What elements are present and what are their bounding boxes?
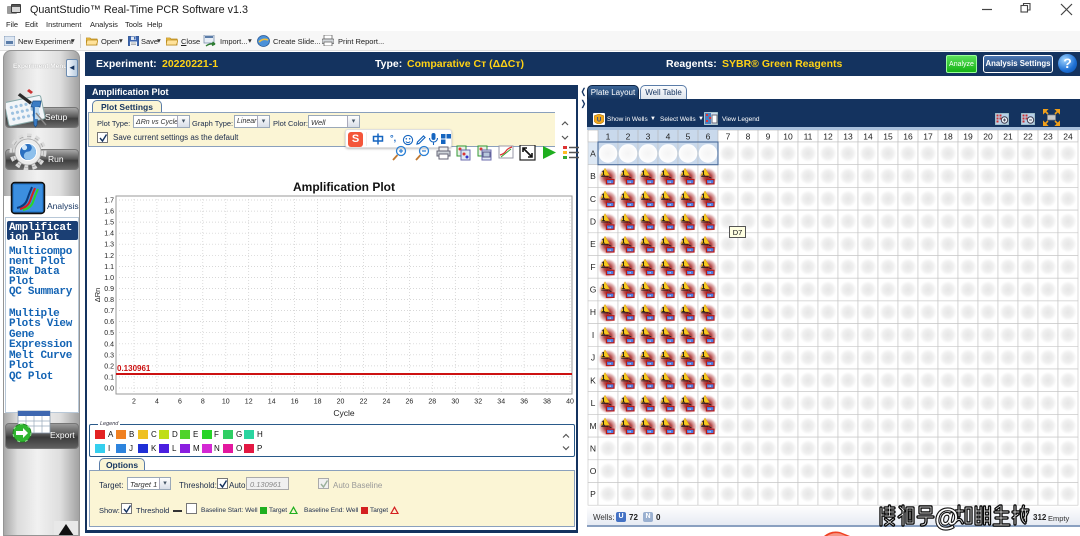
svg-text:I: I (592, 330, 594, 340)
svg-text:2: 2 (626, 132, 631, 142)
svg-text:6: 6 (706, 132, 711, 142)
svg-text:0.3: 0.3 (104, 352, 114, 359)
svg-text:0.2: 0.2 (104, 363, 114, 370)
svg-text:24: 24 (1063, 132, 1073, 142)
svg-text:Cycle: Cycle (333, 408, 355, 418)
svg-text:0.6: 0.6 (104, 319, 114, 326)
svg-text:M: M (589, 421, 596, 431)
svg-text:1.5: 1.5 (104, 220, 114, 227)
svg-text:F: F (590, 262, 595, 272)
svg-text:12: 12 (823, 132, 833, 142)
svg-text:22: 22 (360, 399, 368, 406)
svg-text:8: 8 (746, 132, 751, 142)
svg-text:36: 36 (520, 399, 528, 406)
svg-text:1.7: 1.7 (104, 198, 114, 205)
svg-text:0.0: 0.0 (104, 386, 114, 393)
svg-text:1.4: 1.4 (104, 231, 114, 238)
svg-text:21: 21 (1003, 132, 1013, 142)
svg-text:1.3: 1.3 (104, 242, 114, 249)
svg-text:40: 40 (566, 399, 574, 406)
svg-text:D: D (590, 216, 596, 226)
svg-text:0.130961: 0.130961 (117, 364, 151, 373)
svg-text:34: 34 (497, 399, 505, 406)
svg-text:O: O (590, 466, 597, 476)
svg-text:0.8: 0.8 (104, 297, 114, 304)
svg-text:P: P (590, 489, 596, 499)
svg-text:N: N (590, 443, 596, 453)
svg-text:10: 10 (783, 132, 793, 142)
svg-text:B: B (590, 171, 596, 181)
svg-text:4: 4 (155, 399, 159, 406)
svg-text:30: 30 (451, 399, 459, 406)
svg-text:@: @ (935, 505, 958, 532)
svg-text:0.5: 0.5 (104, 330, 114, 337)
svg-text:1.0: 1.0 (104, 275, 114, 282)
svg-text:22: 22 (1023, 132, 1033, 142)
svg-text:14: 14 (863, 132, 873, 142)
svg-text:14: 14 (268, 399, 276, 406)
svg-text:3: 3 (646, 132, 651, 142)
svg-text:0.7: 0.7 (104, 308, 114, 315)
svg-text:U: U (597, 118, 601, 124)
svg-text:19: 19 (963, 132, 973, 142)
svg-text:23: 23 (1043, 132, 1053, 142)
svg-text:18: 18 (943, 132, 953, 142)
svg-text:38: 38 (543, 399, 551, 406)
svg-text:7: 7 (726, 132, 731, 142)
svg-text:20: 20 (983, 132, 993, 142)
svg-text:9: 9 (766, 132, 771, 142)
svg-text:1.1: 1.1 (104, 264, 114, 271)
svg-text:8: 8 (201, 399, 205, 406)
svg-text:A: A (590, 148, 596, 158)
svg-text:L: L (591, 398, 596, 408)
svg-text:12: 12 (245, 399, 253, 406)
svg-text:2: 2 (132, 399, 136, 406)
svg-text:13: 13 (843, 132, 853, 142)
svg-text:C: C (590, 194, 596, 204)
svg-text:1.6: 1.6 (104, 209, 114, 216)
svg-text:G: G (590, 285, 597, 295)
svg-text:18: 18 (314, 399, 322, 406)
svg-text:6: 6 (178, 399, 182, 406)
svg-text:15: 15 (883, 132, 893, 142)
svg-text:10: 10 (222, 399, 230, 406)
svg-text:26: 26 (406, 399, 414, 406)
svg-text:24: 24 (383, 399, 391, 406)
svg-text:0.9: 0.9 (104, 286, 114, 293)
svg-text:4: 4 (666, 132, 671, 142)
svg-text:0.4: 0.4 (104, 341, 114, 348)
svg-text:1: 1 (606, 132, 611, 142)
svg-text:20: 20 (337, 399, 345, 406)
svg-text:H: H (590, 307, 596, 317)
svg-text:28: 28 (428, 399, 436, 406)
svg-text:16: 16 (903, 132, 913, 142)
svg-text:Amplification Plot: Amplification Plot (293, 180, 395, 194)
svg-text:32: 32 (474, 399, 482, 406)
svg-text:0.1: 0.1 (104, 374, 114, 381)
svg-text:16: 16 (291, 399, 299, 406)
svg-text:K: K (590, 375, 596, 385)
svg-text:5: 5 (686, 132, 691, 142)
svg-text:E: E (590, 239, 596, 249)
svg-text:J: J (591, 353, 595, 363)
svg-text:17: 17 (923, 132, 933, 142)
svg-text:ΔRn: ΔRn (95, 288, 102, 303)
svg-text:11: 11 (804, 132, 813, 142)
svg-text:1.2: 1.2 (104, 253, 114, 260)
